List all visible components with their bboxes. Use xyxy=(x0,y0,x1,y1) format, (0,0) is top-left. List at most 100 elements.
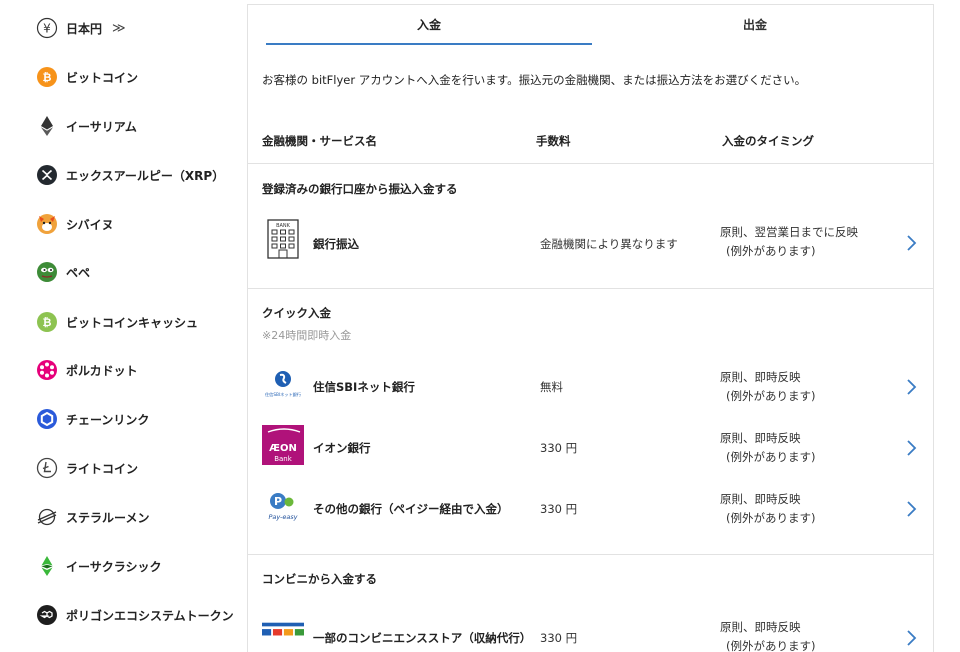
section-title-quick-deposit: クイック入金 xyxy=(262,306,331,320)
divider xyxy=(248,288,933,289)
row-fee: 330 円 xyxy=(540,631,578,645)
sidebar-item-label: イーサクラシック xyxy=(66,559,162,574)
yen-icon: ¥ xyxy=(36,17,58,39)
row-timing: 原則、即時反映 (例外があります) xyxy=(720,618,815,652)
timing-line: 原則、即時反映 xyxy=(720,620,801,634)
timing-note: (例外があります) xyxy=(726,244,816,258)
sidebar-item-label: ビットコインキャッシュ xyxy=(66,315,199,330)
deposit-withdraw-tabs: 入金 出金 xyxy=(248,5,933,45)
pay-easy-logo: P Pay-easy xyxy=(262,485,304,527)
convenience-store-logos xyxy=(262,609,304,651)
svg-text:₿: ₿ xyxy=(43,316,52,329)
sidebar-item-label: ポリゴンエコシステムトークン xyxy=(66,608,234,623)
polygon-icon xyxy=(36,604,58,626)
currency-sidebar: ¥ 日本円 ≫ ₿ ビットコイン イーサリアム エックスアールピー（XRP） シ… xyxy=(0,0,246,652)
aeon-logo-subtext: Bank xyxy=(274,455,293,463)
intro-text: お客様の bitFlyer アカウントへ入金を行います。振込元の金融機関、または… xyxy=(262,73,807,87)
sidebar-item-litecoin[interactable]: ライトコイン xyxy=(36,456,138,480)
row-name: イオン銀行 xyxy=(313,441,371,455)
ethereum-icon xyxy=(36,115,58,137)
row-fee: 330 円 xyxy=(540,502,578,516)
shiba-inu-icon xyxy=(36,213,58,235)
double-chevron-right-icon[interactable]: ≫ xyxy=(112,21,126,36)
sidebar-item-stellar[interactable]: ステラルーメン xyxy=(36,505,150,529)
column-header-name: 金融機関・サービス名 xyxy=(262,134,377,148)
row-name: 銀行振込 xyxy=(313,237,359,251)
stellar-icon xyxy=(36,506,58,528)
polkadot-icon xyxy=(36,359,58,381)
sidebar-item-jpy[interactable]: ¥ 日本円 ≫ xyxy=(36,16,126,40)
row-convenience-store[interactable]: 一部のコンビニエンスストア（収納代行） 330 円 原則、即時反映 (例外があり… xyxy=(248,609,933,652)
chevron-right-icon[interactable] xyxy=(903,628,919,648)
xrp-icon xyxy=(36,164,58,186)
timing-note: (例外があります) xyxy=(726,389,816,403)
column-header-timing: 入金のタイミング xyxy=(722,134,814,148)
sidebar-item-polygon[interactable]: ポリゴンエコシステムトークン xyxy=(36,603,234,627)
sidebar-item-xrp[interactable]: エックスアールピー（XRP） xyxy=(36,163,224,187)
svg-text:¥: ¥ xyxy=(43,22,51,36)
column-header-fee: 手数料 xyxy=(536,134,571,148)
ethereum-classic-icon xyxy=(36,555,58,577)
litecoin-icon xyxy=(36,457,58,479)
bank-logo-text: BANK xyxy=(276,223,291,229)
sidebar-item-pepe[interactable]: ペペ xyxy=(36,260,90,284)
row-name: その他の銀行（ペイジー経由で入金） xyxy=(313,502,509,516)
row-fee: 無料 xyxy=(540,380,563,394)
sbi-logo-text: 住信SBIネット銀行 xyxy=(265,391,301,398)
row-timing: 原則、即時反映 (例外があります) xyxy=(720,429,815,467)
row-sbi-net-bank[interactable]: 住信SBIネット銀行 住信SBIネット銀行 無料 原則、即時反映 (例外がありま… xyxy=(248,362,933,412)
row-timing: 原則、即時反映 (例外があります) xyxy=(720,368,815,406)
sidebar-item-label: イーサリアム xyxy=(66,119,137,134)
sidebar-item-shiba-inu[interactable]: シバイヌ xyxy=(36,212,114,236)
sidebar-item-label: 日本円 xyxy=(66,21,103,36)
row-timing: 原則、即時反映 (例外があります) xyxy=(720,490,815,528)
sidebar-item-label: シバイヌ xyxy=(66,217,114,232)
divider xyxy=(248,554,933,555)
chevron-right-icon[interactable] xyxy=(903,233,919,253)
pepe-icon xyxy=(36,261,58,283)
sidebar-item-label: ポルカドット xyxy=(66,363,138,378)
section-title-convenience-store: コンビニから入金する xyxy=(262,572,377,586)
sbi-bank-logo: 住信SBIネット銀行 xyxy=(262,362,304,404)
bitcoin-cash-icon: ₿ xyxy=(36,311,58,333)
timing-line: 原則、翌営業日までに反映 xyxy=(720,225,858,239)
sidebar-item-label: ライトコイン xyxy=(66,461,139,476)
sidebar-item-ethereum-classic[interactable]: イーサクラシック xyxy=(36,554,162,578)
tab-deposit[interactable]: 入金 xyxy=(266,5,592,45)
section-subtitle-24h: ※24時間即時入金 xyxy=(262,329,352,342)
chevron-right-icon[interactable] xyxy=(903,438,919,458)
row-fee: 金融機関により異なります xyxy=(540,237,678,251)
timing-note: (例外があります) xyxy=(726,639,816,652)
sidebar-item-label: ビットコイン xyxy=(66,70,139,85)
aeon-logo-text: ÆON xyxy=(269,443,297,454)
bank-building-icon: BANK xyxy=(262,218,304,260)
sidebar-item-bitcoin-cash[interactable]: ₿ ビットコインキャッシュ xyxy=(36,310,198,334)
divider xyxy=(248,163,933,164)
chevron-right-icon[interactable] xyxy=(903,499,919,519)
deposit-panel: 入金 出金 お客様の bitFlyer アカウントへ入金を行います。振込元の金融… xyxy=(247,4,934,652)
bitcoin-icon: ₿ xyxy=(36,66,58,88)
row-pay-easy[interactable]: P Pay-easy その他の銀行（ペイジー経由で入金） 330 円 原則、即時… xyxy=(248,485,933,535)
timing-line: 原則、即時反映 xyxy=(720,370,801,384)
sidebar-item-label: ペペ xyxy=(66,265,91,280)
row-aeon-bank[interactable]: ÆON Bank イオン銀行 330 円 原則、即時反映 (例外があります) xyxy=(248,424,933,474)
chainlink-icon xyxy=(36,408,58,430)
chevron-right-icon[interactable] xyxy=(903,377,919,397)
sidebar-item-ethereum[interactable]: イーサリアム xyxy=(36,114,137,138)
row-bank-transfer[interactable]: BANK 銀行振込 金融機関により異なります 原則、翌営業日までに反映 (例外が… xyxy=(248,218,933,268)
svg-text:₿: ₿ xyxy=(43,71,52,84)
row-name: 一部のコンビニエンスストア（収納代行） xyxy=(313,631,532,645)
pay-easy-logo-text: Pay-easy xyxy=(268,513,297,521)
timing-line: 原則、即時反映 xyxy=(720,431,801,445)
sidebar-item-polkadot[interactable]: ポルカドット xyxy=(36,358,138,382)
timing-line: 原則、即時反映 xyxy=(720,492,801,506)
row-timing: 原則、翌営業日までに反映 (例外があります) xyxy=(720,223,858,261)
tab-withdraw[interactable]: 出金 xyxy=(592,5,918,45)
row-name: 住信SBIネット銀行 xyxy=(313,380,415,394)
sidebar-item-chainlink[interactable]: チェーンリンク xyxy=(36,407,149,431)
section-title-bank-transfer: 登録済みの銀行口座から振込入金する xyxy=(262,182,458,196)
row-fee: 330 円 xyxy=(540,441,578,455)
sidebar-item-bitcoin[interactable]: ₿ ビットコイン xyxy=(36,65,138,89)
sidebar-item-label: エックスアールピー（XRP） xyxy=(66,168,225,183)
sidebar-item-label: チェーンリンク xyxy=(66,412,150,427)
